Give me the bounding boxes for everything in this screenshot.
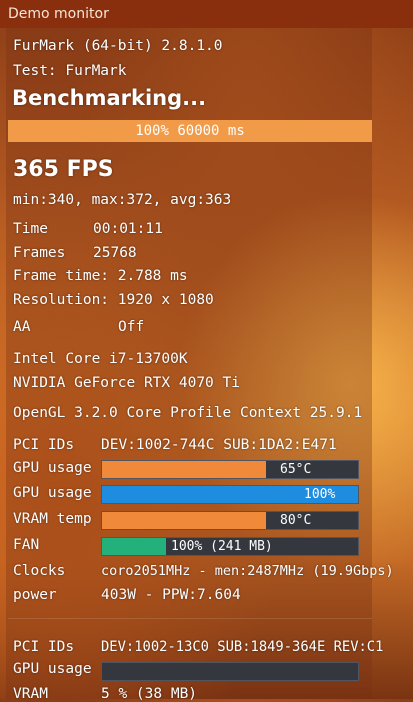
gpu1-usage-bar: 100% <box>101 485 359 504</box>
gpu1-temp-text: 65°C <box>280 462 312 477</box>
fps-value: 365 FPS <box>13 157 114 182</box>
gpu2-pci-value: DEV:1002-13C0 SUB:1849-364E REV:C1 <box>101 639 384 655</box>
gpu1-pci-label: PCI IDs <box>13 437 75 453</box>
gpu1-fan-bar: 100% (241 MB) <box>101 537 359 556</box>
progress-label: 100% 60000 ms <box>135 123 245 139</box>
gpu1-vram-temp-bar: 80°C <box>101 511 359 530</box>
frame-time: Frame time: 2.788 ms <box>13 268 188 284</box>
gpu1-vram-temp-fill <box>102 512 266 529</box>
window-title-bar: Demo monitor <box>0 0 413 28</box>
gpu2-vram-label: VRAM <box>13 686 48 702</box>
gpu2-pci-label: PCI IDs <box>13 639 75 655</box>
time-label: Time <box>13 221 48 237</box>
gpu1-temp-label: GPU usage <box>13 460 92 476</box>
gpu1-temp-bar: 65°C <box>101 460 359 479</box>
gpu2-vram-value: 5 % (38 MB) <box>101 686 198 702</box>
frames-value: 25768 <box>93 245 137 261</box>
opengl-info: OpenGL 3.2.0 Core Profile Context 25.9.1 <box>13 405 363 421</box>
window-title: Demo monitor <box>8 6 109 22</box>
test-name: Test: FurMark <box>13 63 127 79</box>
gpu1-fan-label: FAN <box>13 537 40 553</box>
gpu1-vram-temp-label: VRAM temp <box>13 511 92 527</box>
cpu-name: Intel Core i7-13700K <box>13 351 188 367</box>
gpu1-clocks-value: coro2051MHz - men:2487MHz (19.9Gbps) <box>101 563 394 579</box>
app-name-version: FurMark (64-bit) 2.8.1.0 <box>13 38 223 54</box>
gpu1-power-label: power <box>13 587 57 603</box>
gpu1-vram-temp-text: 80°C <box>280 513 312 528</box>
resolution: Resolution: 1920 x 1080 <box>13 292 214 308</box>
benchmark-progress-bar: 100% 60000 ms <box>8 120 372 142</box>
gpu1-pci-value: DEV:1002-744C SUB:1DA2:E471 <box>101 437 337 453</box>
aa-label: AA <box>13 319 31 335</box>
frames-label: Frames <box>13 245 66 261</box>
gpu-section-divider <box>8 618 372 619</box>
status-text: Benchmarking... <box>12 86 207 110</box>
gpu1-fan-text: 100% (241 MB) <box>171 539 273 554</box>
fps-min-max-avg: min:340, max:372, avg:363 <box>13 192 232 208</box>
aa-value: Off <box>118 319 145 335</box>
gpu-name: NVIDIA GeForce RTX 4070 Ti <box>13 375 240 391</box>
time-value: 00:01:11 <box>93 221 163 237</box>
gpu1-usage-text: 100% <box>304 487 336 502</box>
gpu2-usage-bar <box>101 662 359 681</box>
gpu1-clocks-label: Clocks <box>13 563 66 579</box>
gpu1-temp-fill <box>102 461 266 478</box>
gpu1-usage-label: GPU usage <box>13 485 92 501</box>
gpu1-power-value: 403W - PPW:7.604 <box>101 587 241 603</box>
gpu1-fan-fill <box>102 538 166 555</box>
gpu2-usage-label: GPU usage <box>13 661 92 677</box>
